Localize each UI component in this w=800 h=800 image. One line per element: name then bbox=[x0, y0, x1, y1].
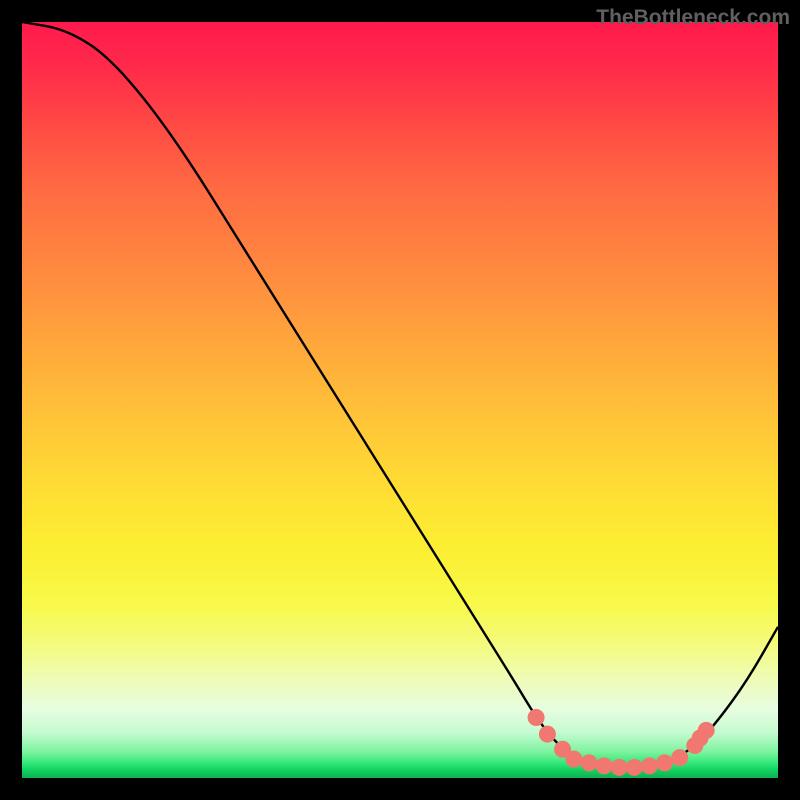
chart-svg bbox=[22, 22, 778, 778]
curve-dot bbox=[671, 749, 688, 766]
chart-plot-area bbox=[22, 22, 778, 778]
curve-dot bbox=[626, 759, 643, 776]
bottleneck-curve bbox=[22, 22, 778, 768]
curve-dot bbox=[539, 726, 556, 743]
watermark-text: TheBottleneck.com bbox=[596, 6, 790, 30]
curve-dot bbox=[581, 754, 598, 771]
curve-dot bbox=[565, 751, 582, 768]
curve-dot bbox=[611, 759, 628, 776]
curve-dot bbox=[698, 722, 715, 739]
curve-dot bbox=[641, 757, 658, 774]
curve-dot bbox=[656, 754, 673, 771]
curve-dot bbox=[596, 757, 613, 774]
curve-dot bbox=[528, 709, 545, 726]
